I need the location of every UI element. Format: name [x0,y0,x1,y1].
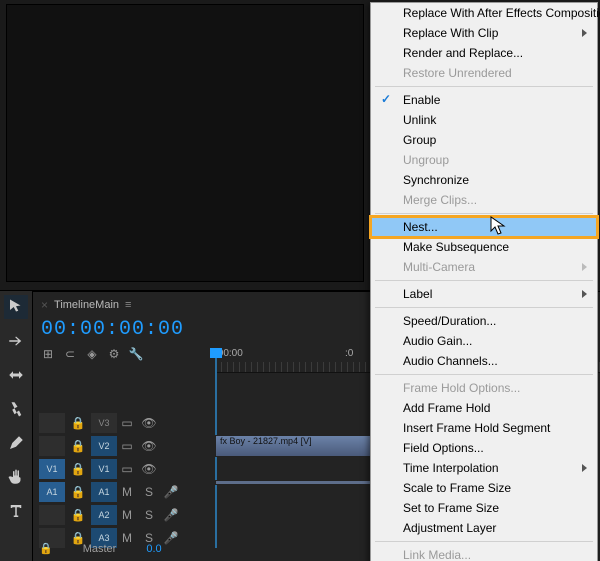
check-icon: ✓ [381,92,391,106]
lock-icon[interactable]: 🔒 [69,414,87,432]
hand-tool[interactable] [4,465,28,489]
menu-item-nest[interactable]: Nest... [371,217,597,237]
track-header-a2[interactable]: 🔒 A2 M S 🎤 [39,504,215,526]
sequence-tab[interactable]: TimelineMain [54,299,119,311]
track-header-v1[interactable]: V1 🔒 V1 ▭ 👁 [39,458,215,480]
menu-item-enable[interactable]: ✓Enable [371,90,597,110]
menu-separator [375,86,593,87]
track-label[interactable]: A2 [91,505,117,525]
master-track-header[interactable]: 🔒 Master 0.0 [39,542,162,555]
source-patch[interactable]: V1 [39,459,65,479]
master-level[interactable]: 0.0 [146,543,161,555]
pen-tool[interactable] [4,431,28,455]
eye-icon[interactable]: 👁 [140,437,158,455]
menu-item[interactable]: Set to Frame Size [371,498,597,518]
lock-icon[interactable]: 🔒 [69,483,87,501]
menu-separator [375,280,593,281]
eye-icon[interactable]: 👁 [140,460,158,478]
clip-fx-icon: fx [220,436,227,446]
menu-item[interactable]: Replace With After Effects Composition [371,3,597,23]
solo-icon[interactable]: S [140,483,158,501]
solo-icon[interactable]: S [140,506,158,524]
menu-item: Restore Unrendered [371,63,597,83]
ripple-edit-tool[interactable] [4,363,28,387]
menu-item: Multi-Camera [371,257,597,277]
toggle-output-icon[interactable]: ▭ [118,414,136,432]
track-header-v3[interactable]: 🔒 V3 ▭ 👁 [39,412,215,434]
menu-item[interactable]: Time Interpolation [371,458,597,478]
track-header-v2[interactable]: 🔒 V2 ▭ 👁 [39,435,215,457]
mute-icon[interactable]: M [118,483,136,501]
marker-icon[interactable]: ◈ [85,347,99,361]
voice-icon[interactable]: 🎤 [162,483,180,501]
ruler-tick: :0 [345,348,353,359]
razor-tool[interactable] [4,397,28,421]
lock-icon[interactable]: 🔒 [69,506,87,524]
menu-item: Merge Clips... [371,190,597,210]
mute-icon[interactable]: M [118,506,136,524]
master-label: Master [83,543,117,555]
type-tool[interactable] [4,499,28,523]
eye-icon[interactable]: 👁 [140,414,158,432]
source-patch[interactable]: A1 [39,482,65,502]
menu-item[interactable]: Render and Replace... [371,43,597,63]
track-label[interactable]: V1 [91,459,117,479]
linked-selection-icon[interactable]: ⊂ [63,347,77,361]
panel-menu-icon[interactable]: ≡ [125,299,131,311]
menu-item: Ungroup [371,150,597,170]
program-monitor-panel [0,0,370,291]
menu-item[interactable]: Group [371,130,597,150]
clip-context-menu: Replace With After Effects Composition R… [370,2,598,561]
menu-item[interactable]: Unlink [371,110,597,130]
menu-item: Link Media... [371,545,597,561]
menu-item[interactable]: Replace With Clip [371,23,597,43]
wrench-icon[interactable]: 🔧 [129,347,143,361]
track-label[interactable]: V2 [91,436,117,456]
menu-item[interactable]: Audio Gain... [371,331,597,351]
track-header-a1[interactable]: A1 🔒 A1 M S 🎤 [39,481,215,503]
menu-item[interactable]: Insert Frame Hold Segment [371,418,597,438]
track-select-tool[interactable] [4,329,28,353]
track-headers: 🔒 V3 ▭ 👁 🔒 V2 ▭ 👁 V1 🔒 V1 ▭ 👁 [39,412,215,550]
toggle-output-icon[interactable]: ▭ [118,460,136,478]
menu-item[interactable]: Label [371,284,597,304]
program-monitor-viewport [6,4,364,282]
track-label[interactable]: A1 [91,482,117,502]
lock-icon[interactable]: 🔒 [69,460,87,478]
menu-item[interactable]: Audio Channels... [371,351,597,371]
snap-icon[interactable]: ⊞ [41,347,55,361]
voice-icon[interactable]: 🎤 [162,529,180,547]
menu-item[interactable]: Add Frame Hold [371,398,597,418]
menu-item[interactable]: Field Options... [371,438,597,458]
menu-item[interactable]: Synchronize [371,170,597,190]
clip-label: Boy - 21827.mp4 [V] [230,436,312,446]
tool-palette [0,291,33,561]
menu-item[interactable]: Speed/Duration... [371,311,597,331]
menu-item[interactable]: Scale to Frame Size [371,478,597,498]
toggle-output-icon[interactable]: ▭ [118,437,136,455]
premiere-window: × TimelineMain ≡ 00:00:00:00 ⊞ ⊂ ◈ ⚙ 🔧 :… [0,0,600,561]
voice-icon[interactable]: 🎤 [162,506,180,524]
settings-icon[interactable]: ⚙ [107,347,121,361]
menu-item[interactable]: Adjustment Layer [371,518,597,538]
menu-separator [375,213,593,214]
lock-icon[interactable]: 🔒 [69,437,87,455]
menu-separator [375,541,593,542]
menu-separator [375,307,593,308]
menu-item[interactable]: Make Subsequence [371,237,597,257]
track-label[interactable]: V3 [91,413,117,433]
menu-item: Frame Hold Options... [371,378,597,398]
selection-tool[interactable] [4,295,28,319]
menu-separator [375,374,593,375]
